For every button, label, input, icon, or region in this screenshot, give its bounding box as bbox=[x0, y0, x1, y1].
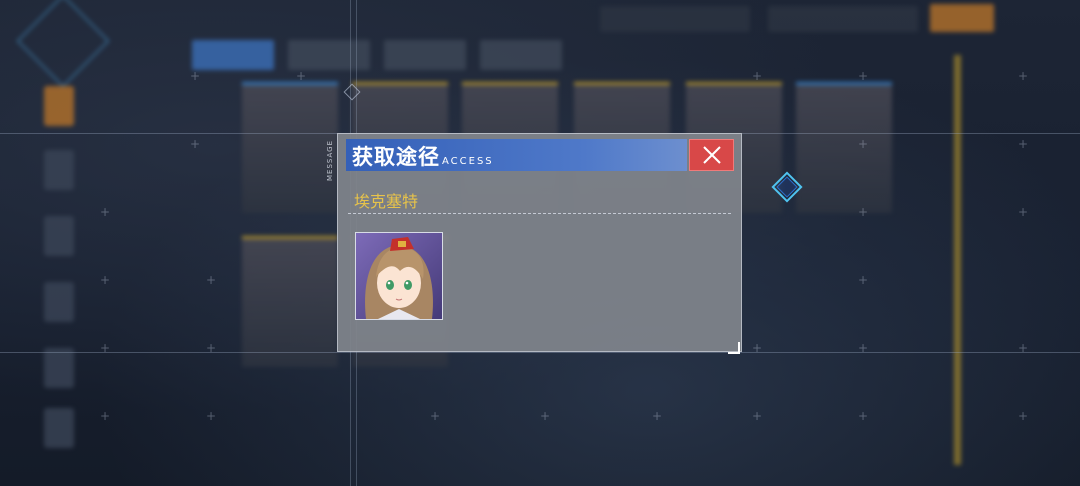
character-card bbox=[796, 82, 892, 213]
hud-marker: + bbox=[100, 409, 111, 423]
hud-marker: + bbox=[858, 409, 869, 423]
access-dialog: 获取途径 ACCESS 埃克塞特 bbox=[337, 133, 742, 352]
sidebar-icon bbox=[44, 86, 74, 126]
hud-marker: + bbox=[206, 409, 217, 423]
hud-marker: + bbox=[858, 205, 869, 219]
hud-marker: + bbox=[752, 341, 763, 355]
close-icon bbox=[702, 146, 721, 164]
divider bbox=[348, 213, 731, 214]
hud-marker: + bbox=[206, 273, 217, 287]
hud-marker: + bbox=[652, 409, 663, 423]
character-card bbox=[242, 236, 338, 367]
hud-marker: + bbox=[1018, 69, 1029, 83]
close-button[interactable] bbox=[689, 139, 734, 171]
hud-marker: + bbox=[430, 409, 441, 423]
hud-marker: + bbox=[858, 137, 869, 151]
hud-marker: + bbox=[1018, 137, 1029, 151]
character-portrait-image bbox=[356, 233, 442, 319]
resource-stat bbox=[768, 6, 918, 32]
hud-marker: + bbox=[1018, 409, 1029, 423]
diamond-marker-icon bbox=[771, 171, 803, 203]
dialog-subtitle: ACCESS bbox=[442, 156, 494, 167]
filter-tab bbox=[384, 40, 466, 70]
character-card bbox=[242, 82, 338, 213]
hud-marker: + bbox=[296, 69, 307, 83]
dialog-header: 获取途径 ACCESS bbox=[346, 139, 687, 171]
hud-marker: + bbox=[190, 137, 201, 151]
sidebar-icon bbox=[44, 150, 74, 190]
hud-marker: + bbox=[1018, 341, 1029, 355]
back-button bbox=[16, 0, 110, 88]
hud-marker: + bbox=[752, 69, 763, 83]
filter-tab bbox=[480, 40, 562, 70]
scrollbar bbox=[954, 55, 961, 465]
filter-tab bbox=[288, 40, 370, 70]
hud-marker: + bbox=[206, 341, 217, 355]
hud-marker: + bbox=[190, 69, 201, 83]
sidebar-icon bbox=[44, 408, 74, 448]
character-portrait[interactable] bbox=[355, 232, 443, 320]
filter-tab bbox=[192, 40, 274, 70]
hud-marker: + bbox=[858, 273, 869, 287]
hud-marker: + bbox=[858, 69, 869, 83]
sidebar-icon bbox=[44, 216, 74, 256]
message-label: MESSAGE bbox=[326, 140, 334, 181]
hud-marker: + bbox=[1018, 205, 1029, 219]
hud-marker: + bbox=[100, 341, 111, 355]
sidebar-icon bbox=[44, 282, 74, 322]
resource-stat bbox=[600, 6, 750, 32]
dialog-title: 获取途径 bbox=[352, 144, 440, 169]
hud-marker: + bbox=[100, 205, 111, 219]
corner-bracket bbox=[728, 342, 740, 354]
sort-button bbox=[930, 4, 994, 32]
hud-line bbox=[0, 352, 1080, 353]
hud-marker: + bbox=[858, 341, 869, 355]
sidebar-icon bbox=[44, 348, 74, 388]
hud-marker: + bbox=[100, 273, 111, 287]
item-name: 埃克塞特 bbox=[354, 192, 419, 211]
hud-marker: + bbox=[540, 409, 551, 423]
hud-marker: + bbox=[752, 409, 763, 423]
